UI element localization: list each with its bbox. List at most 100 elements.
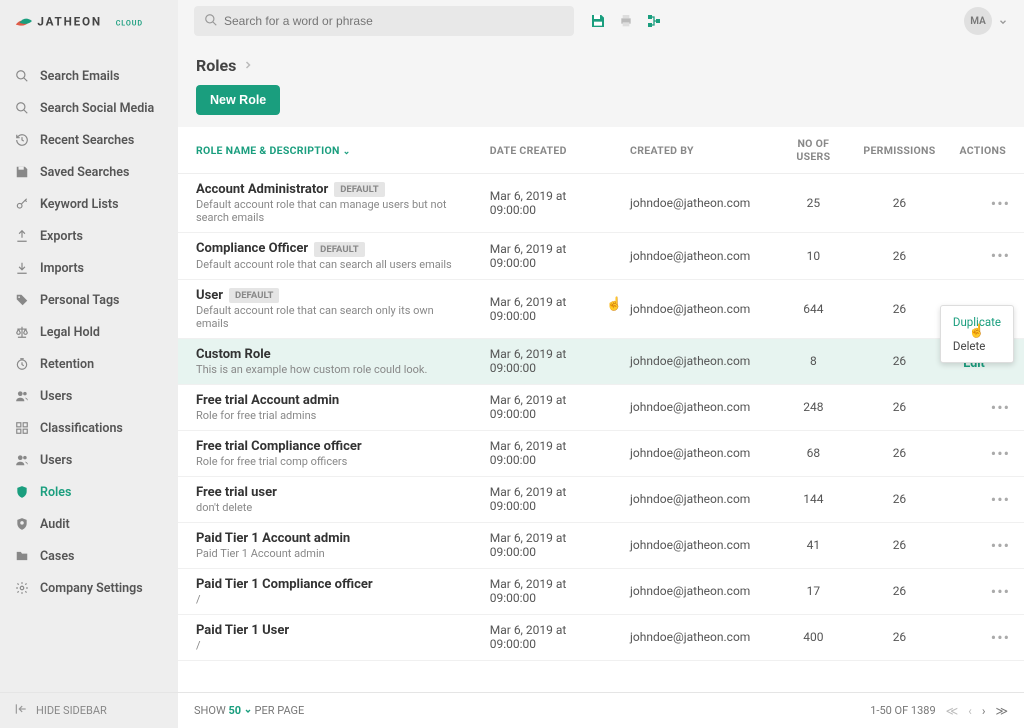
table-row[interactable]: Paid Tier 1 Compliance officer/Mar 6, 20… xyxy=(178,568,1024,614)
perm-count: 26 xyxy=(851,430,947,476)
sidebar-item-label: Search Social Media xyxy=(40,101,154,116)
sidebar-item-label: Search Emails xyxy=(40,69,120,84)
more-actions-icon[interactable]: ••• xyxy=(991,582,1010,601)
user-count: 68 xyxy=(775,430,851,476)
table-row[interactable]: Compliance OfficerDEFAULTDefault account… xyxy=(178,233,1024,279)
created-by: johndoe@jatheon.com xyxy=(618,522,775,568)
sidebar-item-cases[interactable]: Cases xyxy=(0,540,178,572)
per-page-select[interactable]: 50 xyxy=(228,704,251,717)
user-count: 400 xyxy=(775,614,851,660)
print-icon[interactable] xyxy=(618,13,634,29)
chevron-down-icon xyxy=(998,12,1008,31)
sidebar-item-legal-hold[interactable]: Legal Hold xyxy=(0,316,178,348)
created-by: johndoe@jatheon.com xyxy=(618,568,775,614)
sidebar-item-label: Users xyxy=(40,389,72,404)
col-date[interactable]: DATE CREATED xyxy=(478,127,618,174)
role-description: This is an example how custom role could… xyxy=(196,363,466,376)
sidebar-item-recent-searches[interactable]: Recent Searches xyxy=(0,124,178,156)
created-by: johndoe@jatheon.com xyxy=(618,430,775,476)
table-row[interactable]: Free trial Compliance officerRole for fr… xyxy=(178,430,1024,476)
date-created: Mar 6, 2019 at 09:00:00 xyxy=(478,430,618,476)
hide-sidebar-label: HIDE SIDEBAR xyxy=(36,704,107,717)
more-actions-icon[interactable]: ••• xyxy=(991,536,1010,555)
default-badge: DEFAULT xyxy=(334,182,384,197)
more-actions-icon[interactable]: ••• xyxy=(991,490,1010,509)
more-actions-icon[interactable]: ••• xyxy=(991,398,1010,417)
sidebar-item-label: Imports xyxy=(40,261,84,276)
svg-text:CLOUD: CLOUD xyxy=(116,19,143,28)
table-row[interactable]: Paid Tier 1 User/Mar 6, 2019 at 09:00:00… xyxy=(178,614,1024,660)
hide-sidebar-button[interactable]: HIDE SIDEBAR xyxy=(0,693,178,728)
created-by: johndoe@jatheon.com xyxy=(618,233,775,279)
sidebar-item-users[interactable]: Users xyxy=(0,444,178,476)
sidebar-item-exports[interactable]: Exports xyxy=(0,220,178,252)
col-perms[interactable]: PERMISSIONS xyxy=(851,127,947,174)
perm-count: 26 xyxy=(851,279,947,338)
sidebar-item-saved-searches[interactable]: Saved Searches xyxy=(0,156,178,188)
sidebar-item-personal-tags[interactable]: Personal Tags xyxy=(0,284,178,316)
sidebar-item-imports[interactable]: Imports xyxy=(0,252,178,284)
created-by: johndoe@jatheon.com xyxy=(618,476,775,522)
table-row[interactable]: Free trial userdon't deleteMar 6, 2019 a… xyxy=(178,476,1024,522)
user-menu[interactable]: MA xyxy=(964,7,1008,35)
sidebar-item-classifications[interactable]: Classifications xyxy=(0,412,178,444)
user-count: 25 xyxy=(775,174,851,233)
download-icon xyxy=(14,260,30,276)
gear-icon xyxy=(14,580,30,596)
sidebar-item-label: Company Settings xyxy=(40,581,143,596)
perm-count: 26 xyxy=(851,614,947,660)
page-last-icon[interactable]: ≫ xyxy=(995,704,1008,718)
role-name: Paid Tier 1 User xyxy=(196,623,289,638)
role-name: Free trial user xyxy=(196,485,277,500)
search-input[interactable] xyxy=(194,6,574,36)
search-icon xyxy=(14,68,30,84)
sidebar-item-keyword-lists[interactable]: Keyword Lists xyxy=(0,188,178,220)
col-users[interactable]: NO OF USERS xyxy=(775,127,851,174)
grid-icon xyxy=(14,420,30,436)
sidebar-item-audit[interactable]: Audit xyxy=(0,508,178,540)
sidebar-item-search-social-media[interactable]: Search Social Media xyxy=(0,92,178,124)
menu-delete[interactable]: Delete xyxy=(941,334,1013,358)
role-name: Free trial Account admin xyxy=(196,393,339,408)
user-count: 41 xyxy=(775,522,851,568)
page-prev-icon[interactable]: ‹ xyxy=(968,704,972,718)
sidebar-item-label: Recent Searches xyxy=(40,133,134,148)
role-name: Compliance Officer xyxy=(196,241,308,256)
clock-icon xyxy=(14,356,30,372)
sidebar-item-label: Keyword Lists xyxy=(40,197,119,212)
perm-count: 26 xyxy=(851,476,947,522)
show-label: SHOW xyxy=(194,704,226,717)
col-name[interactable]: ROLE NAME & DESCRIPTION⌄ xyxy=(178,127,478,174)
sidebar-item-search-emails[interactable]: Search Emails xyxy=(0,60,178,92)
table-row[interactable]: Account AdministratorDEFAULTDefault acco… xyxy=(178,174,1024,233)
avatar: MA xyxy=(964,7,992,35)
user-count: 10 xyxy=(775,233,851,279)
new-role-button[interactable]: New Role xyxy=(196,85,280,115)
role-description: / xyxy=(196,593,466,606)
col-actions: ACTIONS xyxy=(947,127,1024,174)
more-actions-icon[interactable]: ••• xyxy=(991,444,1010,463)
page-next-icon[interactable]: › xyxy=(982,704,986,718)
sidebar-item-roles[interactable]: Roles xyxy=(0,476,178,508)
search-field[interactable] xyxy=(224,14,564,28)
date-created: Mar 6, 2019 at 09:00:00 xyxy=(478,279,618,338)
sidebar-item-label: Retention xyxy=(40,357,94,372)
sidebar-item-users[interactable]: Users xyxy=(0,380,178,412)
sidebar-item-retention[interactable]: Retention xyxy=(0,348,178,380)
menu-duplicate[interactable]: Duplicate xyxy=(941,310,1013,334)
more-actions-icon[interactable]: ••• xyxy=(991,628,1010,647)
tree-icon[interactable] xyxy=(646,13,662,29)
created-by: johndoe@jatheon.com xyxy=(618,614,775,660)
sidebar-item-company-settings[interactable]: Company Settings xyxy=(0,572,178,604)
table-row[interactable]: Paid Tier 1 Account adminPaid Tier 1 Acc… xyxy=(178,522,1024,568)
page-first-icon[interactable]: ≪ xyxy=(946,704,959,718)
table-row[interactable]: UserDEFAULTDefault account role that can… xyxy=(178,279,1024,338)
more-actions-icon[interactable]: ••• xyxy=(991,194,1010,213)
more-actions-icon[interactable]: ••• xyxy=(991,246,1010,265)
perm-count: 26 xyxy=(851,522,947,568)
save-search-icon[interactable] xyxy=(590,13,606,29)
col-creator[interactable]: CREATED BY xyxy=(618,127,775,174)
table-row[interactable]: Free trial Account adminRole for free tr… xyxy=(178,384,1024,430)
default-badge: DEFAULT xyxy=(314,242,364,257)
table-row[interactable]: Custom RoleThis is an example how custom… xyxy=(178,338,1024,384)
